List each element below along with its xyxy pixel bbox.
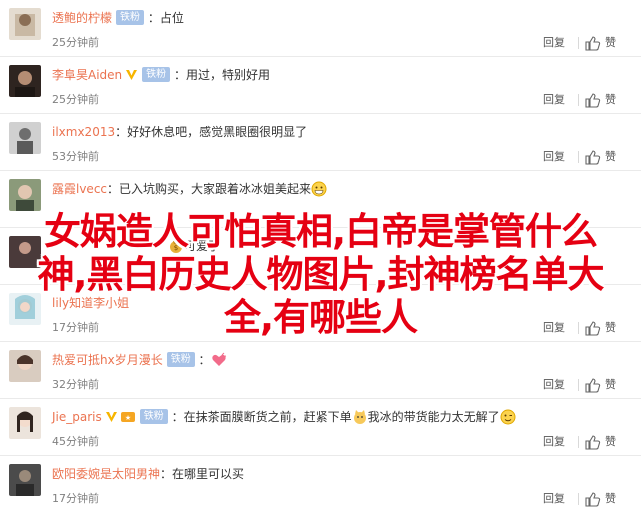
timestamp: 53分钟前 [52,150,99,163]
heart-emoji-icon [211,352,227,368]
medal-icon: ★ [120,409,136,425]
divider [578,436,579,448]
username[interactable]: 李阜昊Aiden [52,68,122,82]
like-button[interactable]: 赞 [583,91,625,109]
comment-text: 已入坑购买，大家跟着冰冰姐美起来 [119,182,312,196]
thumbs-up-icon [585,378,601,393]
thumbs-up-icon [585,435,601,450]
comment-item: 透鲍的柠檬 铁粉 ：占位 25分钟前 回复 赞 [0,0,641,57]
comment-text: ： [144,11,160,25]
avatar[interactable] [9,464,41,496]
timestamp: 17分钟前 [52,321,99,334]
like-label: 赞 [605,93,616,106]
vip-icon [125,68,138,81]
comment-item: 热爱可抵hx岁月漫长 铁粉 ： 32分钟前 回复 赞 [0,342,641,399]
comment-text: 好好休息吧，感觉黑眼圈很明显了 [127,125,308,139]
avatar[interactable] [9,407,41,439]
vip-icon [105,410,118,423]
username[interactable]: Jie_paris [52,410,102,424]
username[interactable]: 热爱可抵hx岁月漫长 [52,353,163,367]
thumbs-up-icon [585,321,601,336]
username[interactable]: 透鲍的柠檬 [52,11,112,25]
avatar[interactable] [9,236,41,268]
comment-text: ： [160,467,173,481]
reply-button[interactable]: 回复 [543,93,565,107]
like-label: 赞 [605,435,616,448]
like-label: 赞 [605,150,616,163]
divider [578,493,579,505]
like-button[interactable]: 赞 [583,376,625,394]
thumbs-up-icon [585,492,601,507]
comment-text: ： [170,68,186,82]
username[interactable]: lily知道李小姐 [52,296,129,310]
divider [578,322,579,334]
comment-text: ： [115,125,128,139]
avatar[interactable] [9,179,41,211]
wink-emoji-icon [500,409,516,425]
username[interactable]: 欧阳委婉是太阳男神 [52,467,160,481]
comment-item: lily知道李小姐 17分钟前 回复 赞 [0,285,641,342]
avatar[interactable] [9,65,41,97]
like-label: 赞 [605,378,616,391]
comment-item: 欧阳委婉是太阳男神：在哪里可以买 17分钟前 回复 赞 [0,456,641,529]
like-label: 赞 [605,36,616,49]
comment-item: ilxmx2013：好好休息吧，感觉黑眼圈很明显了 53分钟前 回复 赞 [0,114,641,171]
avatar[interactable] [9,350,41,382]
thumbs-up-icon [585,36,601,51]
timestamp: 17分钟前 [52,492,99,505]
fan-badge: 铁粉 [166,352,195,367]
comment-text: 在哪里可以买 [172,467,245,481]
reply-button[interactable]: 回复 [543,36,565,50]
comment-item: Jie_paris ★ 铁粉 ：在抹茶面膜断货之前，赶紧下单 我冰的带货能力太无解了 … [0,399,641,456]
comment-text: ： [107,182,120,196]
cat-emoji-icon [352,409,368,425]
like-label: 赞 [605,492,616,505]
svg-text:★: ★ [125,414,131,422]
avatar[interactable] [9,293,41,325]
reply-button[interactable]: 回复 [543,150,565,164]
comment-item: $ 可爱了 [0,228,641,285]
like-button[interactable]: 赞 [583,34,625,52]
comment-text: ： [194,353,211,367]
like-label: 赞 [605,321,616,334]
comment-text: ： [167,410,184,424]
fan-badge: 铁粉 [116,10,145,25]
comment-text: 在抹茶面膜断货之前，赶紧下单 [183,410,352,424]
username[interactable]: ilxmx2013 [52,125,115,139]
comment-text: 用过，特别好用 [185,68,270,82]
reply-button[interactable]: 回复 [543,321,565,335]
like-button[interactable]: 赞 [583,148,625,166]
timestamp: 25分钟前 [52,36,99,49]
thumbs-up-icon [585,93,601,108]
avatar[interactable] [9,122,41,154]
thumbs-up-icon [585,150,601,165]
grin-emoji-icon [311,181,327,197]
like-button[interactable]: 赞 [583,319,625,337]
timestamp: 32分钟前 [52,378,99,391]
divider [578,94,579,106]
username[interactable]: 露霞lvecc [52,182,107,196]
reply-button[interactable]: 回复 [543,378,565,392]
fan-badge: 铁粉 [142,67,171,82]
fan-badge: 铁粉 [139,409,168,424]
divider [578,379,579,391]
svg-text:$: $ [174,244,178,252]
like-button[interactable]: 赞 [583,490,625,508]
reply-button[interactable]: 回复 [543,435,565,449]
comment-text: 占位 [159,11,184,25]
comment-text: 我冰的带货能力太无解了 [367,410,500,424]
timestamp: 25分钟前 [52,93,99,106]
divider [578,37,579,49]
like-button[interactable]: 赞 [583,433,625,451]
comment-text: 可爱了 [184,239,221,253]
timestamp: 45分钟前 [52,435,99,448]
money-bag-emoji-icon: $ [168,238,184,254]
reply-button[interactable]: 回复 [543,492,565,506]
comment-item: 李阜昊Aiden 铁粉 ：用过，特别好用 25分钟前 回复 赞 [0,57,641,114]
comment-item: 露霞lvecc：已入坑购买，大家跟着冰冰姐美起来 [0,171,641,228]
divider [578,151,579,163]
avatar[interactable] [9,8,41,40]
